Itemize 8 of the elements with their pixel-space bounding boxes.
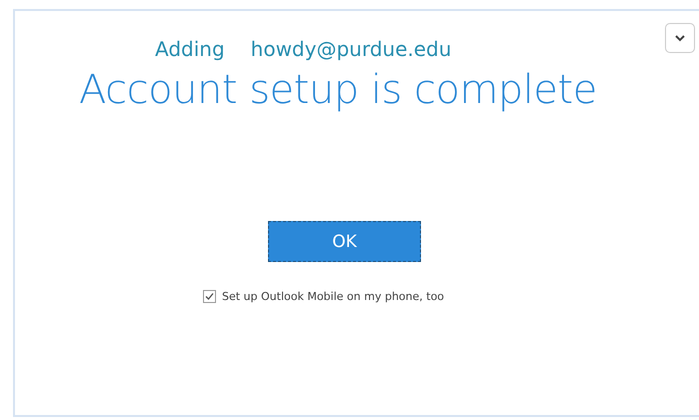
checkbox-label: Set up Outlook Mobile on my phone, too — [222, 290, 444, 303]
adding-label: Adding — [155, 37, 225, 61]
dropdown-button[interactable] — [665, 23, 695, 53]
chevron-down-icon — [675, 34, 685, 42]
ok-button[interactable]: OK — [268, 221, 421, 262]
checkbox[interactable] — [203, 290, 216, 303]
page-title: Account setup is complete — [79, 67, 598, 113]
account-email: howdy@purdue.edu — [250, 37, 452, 61]
